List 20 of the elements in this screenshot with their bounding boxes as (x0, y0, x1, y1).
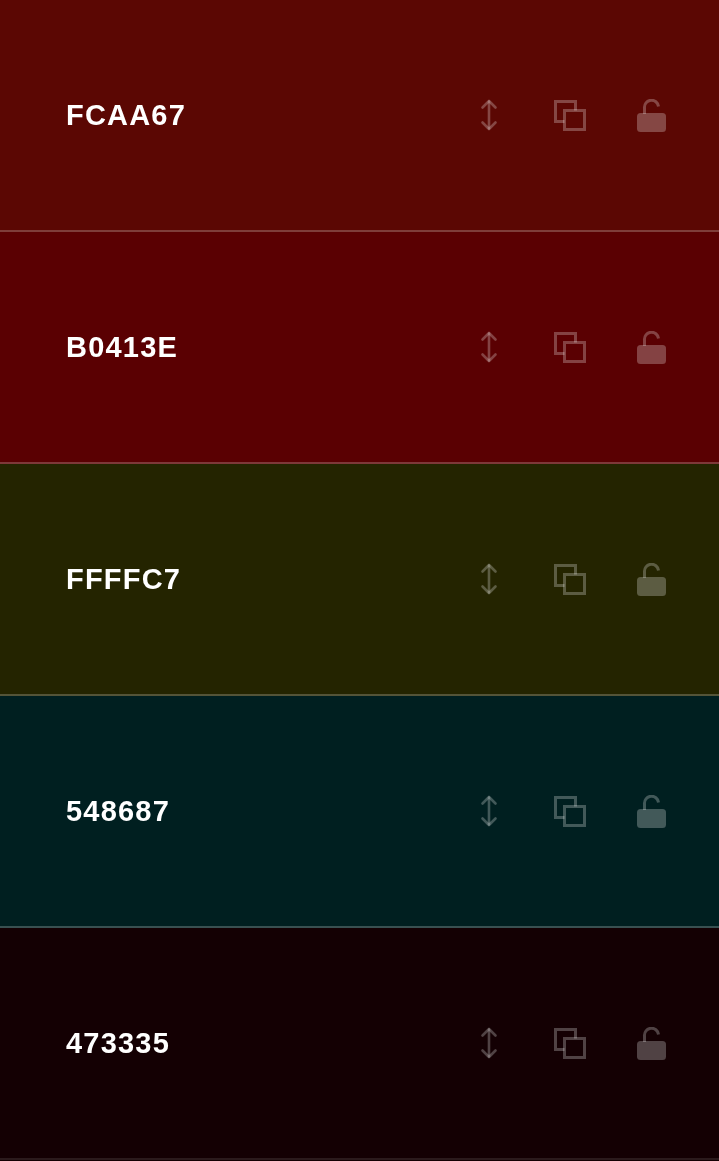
unlocked-padlock-icon[interactable] (637, 98, 666, 132)
copy-icon[interactable] (554, 795, 586, 827)
hex-code: B0413E (66, 330, 178, 364)
copy-icon[interactable] (554, 563, 586, 595)
hex-code: FFFFC7 (66, 562, 182, 596)
unlocked-padlock-icon[interactable] (637, 330, 666, 364)
hex-code: 548687 (66, 794, 170, 828)
unlocked-padlock-icon[interactable] (637, 562, 666, 596)
hex-code: 473335 (66, 1026, 170, 1060)
up-down-arrow-icon[interactable] (480, 1027, 498, 1059)
unlocked-padlock-icon[interactable] (637, 1026, 666, 1060)
copy-icon[interactable] (554, 331, 586, 363)
unlocked-padlock-icon[interactable] (637, 794, 666, 828)
up-down-arrow-icon[interactable] (480, 331, 498, 363)
up-down-arrow-icon[interactable] (480, 795, 498, 827)
up-down-arrow-icon[interactable] (480, 563, 498, 595)
hex-code: FCAA67 (66, 98, 186, 132)
copy-icon[interactable] (554, 1027, 586, 1059)
copy-icon[interactable] (554, 99, 586, 131)
up-down-arrow-icon[interactable] (480, 99, 498, 131)
